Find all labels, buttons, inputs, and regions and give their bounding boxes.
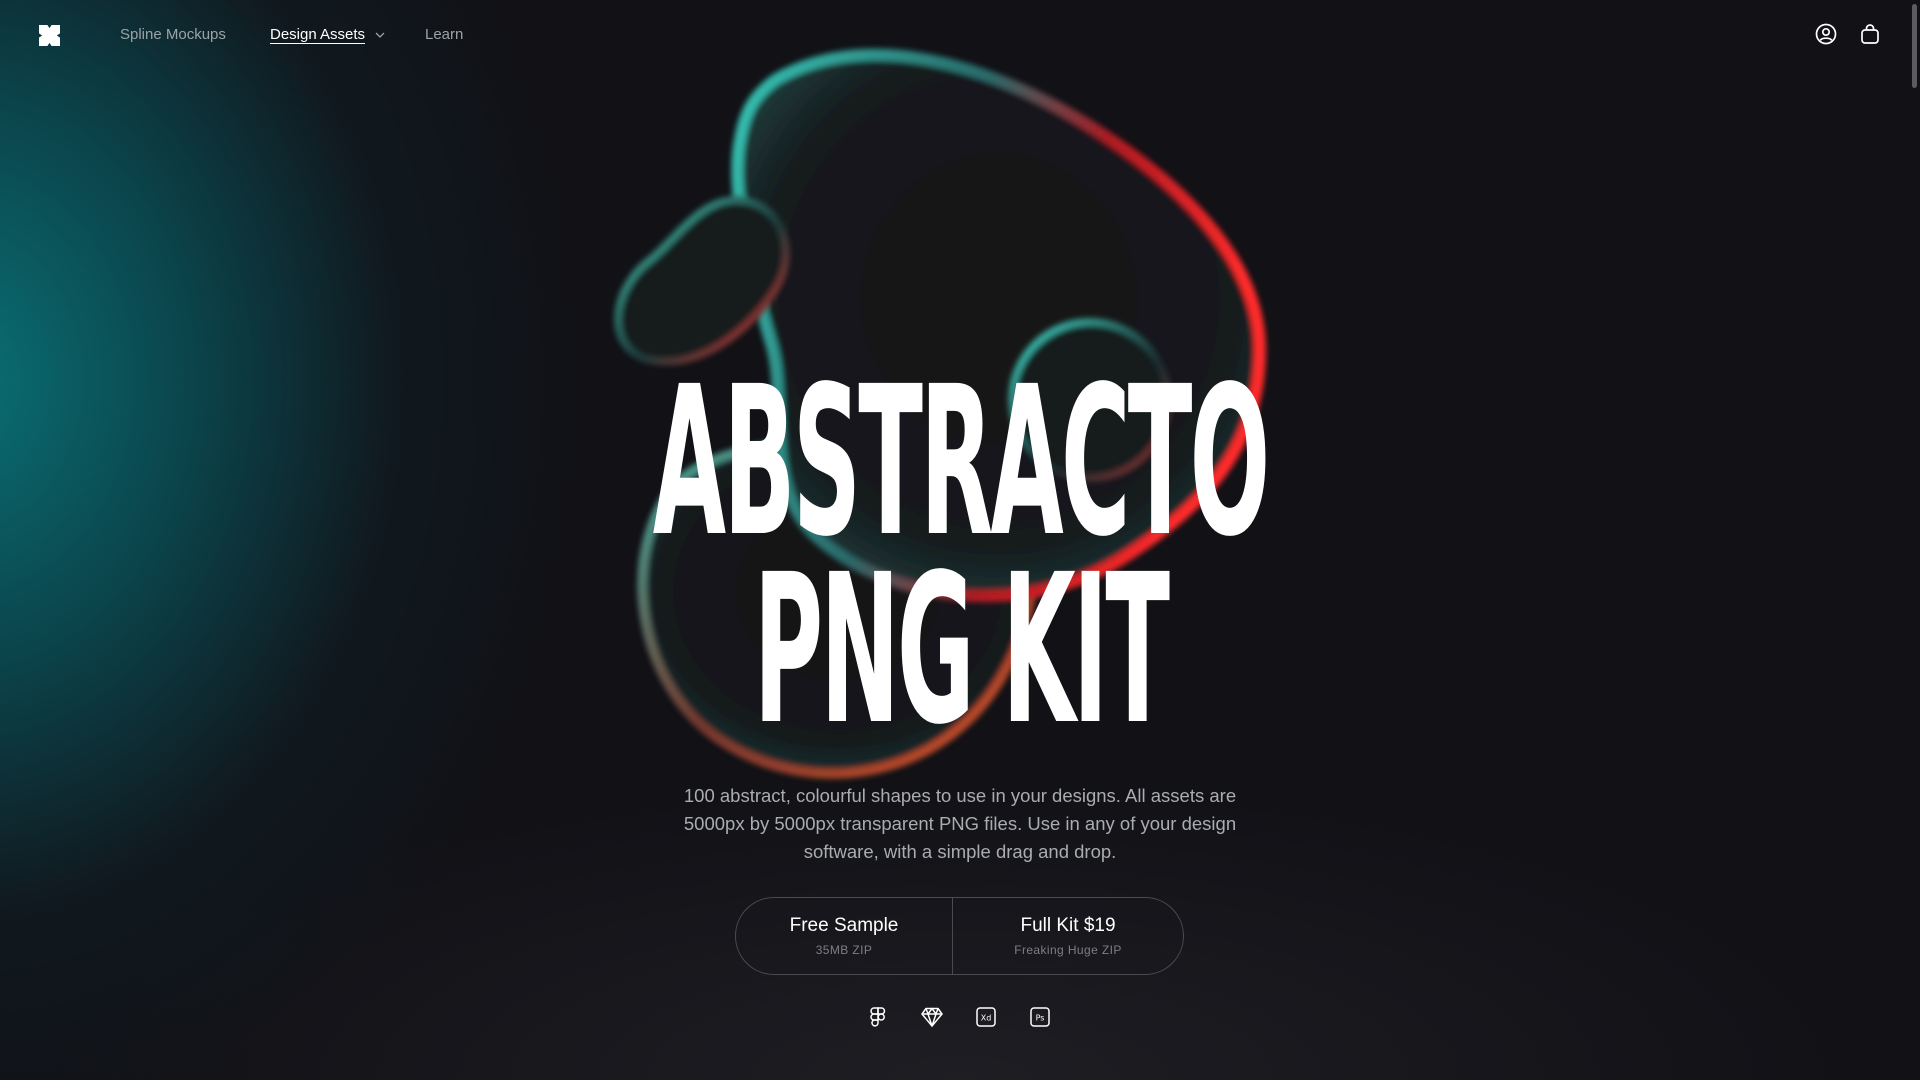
page: Spline Mockups Design Assets Learn ABSTR… [0, 0, 1920, 1080]
top-nav: Spline Mockups Design Assets Learn [0, 0, 1920, 70]
title-line-2: PNG KIT [753, 530, 1169, 770]
shopping-bag-icon[interactable] [1858, 22, 1882, 46]
svg-text:Ps: Ps [1036, 1014, 1045, 1023]
compatible-apps: Xd Ps [866, 1005, 1056, 1031]
photoshop-icon: Ps [1030, 1007, 1050, 1027]
page-title: ABSTRACTO PNG KIT [0, 342, 1920, 770]
logo-mark-icon[interactable] [39, 25, 60, 46]
adobe-xd-icon: Xd [976, 1007, 996, 1027]
nav-link-spline-mockups[interactable]: Spline Mockups [120, 26, 226, 43]
figma-icon [870, 1007, 886, 1027]
sketch-icon [921, 1007, 943, 1027]
scrollbar-thumb[interactable] [1912, 4, 1917, 88]
hero-description: 100 abstract, colourful shapes to use in… [683, 785, 1237, 862]
free-sample-button[interactable]: Free Sample 35MB ZIP [736, 898, 953, 974]
svg-text:Xd: Xd [981, 1014, 992, 1023]
nav-link-design-assets[interactable]: Design Assets [270, 26, 365, 43]
scrollbar[interactable] [1908, 0, 1920, 1080]
chevron-down-icon[interactable] [373, 28, 387, 42]
free-sample-label: Free Sample [789, 915, 899, 936]
free-sample-size: 35MB ZIP [815, 943, 873, 957]
user-circle-icon[interactable] [1814, 22, 1838, 46]
full-kit-label: Full Kit $19 [1020, 915, 1116, 936]
full-kit-size: Freaking Huge ZIP [1014, 943, 1122, 957]
cta-button-group: Free Sample 35MB ZIP Full Kit $19 Freaki… [735, 897, 1184, 975]
title-line-1: ABSTRACTO [652, 342, 1270, 582]
nav-link-learn[interactable]: Learn [425, 26, 463, 43]
full-kit-button[interactable]: Full Kit $19 Freaking Huge ZIP [953, 898, 1183, 974]
